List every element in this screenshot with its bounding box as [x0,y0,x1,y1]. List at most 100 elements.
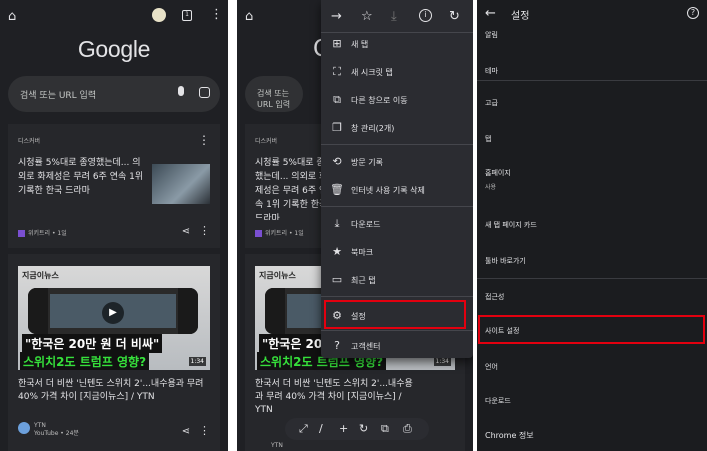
settings-header: ← 설정 ? [477,0,707,26]
menu-item-label: 다른 창으로 이동 [351,96,408,105]
google-logo: Google [77,36,151,62]
share-icon[interactable]: ⋖ [182,226,190,237]
expand-icon[interactable]: ⤢ [299,422,308,436]
highlight-settings-box [324,300,466,329]
settings-title: 설정 [511,11,530,22]
mic-icon[interactable] [178,86,184,96]
trash-icon: 🗑 [330,183,344,196]
search-box-bg: 검색 또는 URL 입력 [245,76,303,112]
bg-news-tag: 지금이뉴스 [259,271,296,280]
news-video-thumbnail[interactable]: 지금이뉴스 ▶ "한국은 20만 원 더 비싸" 스위치2도 트럼프 영향? 1… [18,266,210,370]
menu-divider [321,206,473,207]
source-logo [18,230,25,237]
settings-item-accessibility[interactable]: 접근성 [485,292,504,302]
rotate-icon[interactable]: ↻ [359,422,368,435]
news-channel: YTN YouTube • 24분 [34,422,79,437]
window-manage-icon: ❐ [332,121,342,134]
more-menu-icon[interactable]: ⋮ [210,8,223,21]
menu-item-label: 인터넷 사용 기록 삭제 [351,186,425,195]
discover-more-icon[interactable]: ⋮ [198,133,210,147]
menu-item-label: 창 관리(2개) [351,124,395,133]
news-share-icon[interactable]: ⋖ [182,426,190,437]
play-icon[interactable]: ▶ [102,302,124,324]
copy-icon[interactable]: ⧉ [381,422,389,436]
discover-card[interactable]: 디스커버 ⋮ 시청률 5%대로 종영했는데... 의외로 화제성은 무려 6주 … [8,124,220,248]
source-logo [255,230,262,237]
settings-item-ntp-cards[interactable]: 새 탭 페이지 카드 [485,220,537,230]
menu-item-label: 다운로드 [351,220,381,229]
settings-item-about-chrome[interactable]: Chrome 정보 [485,430,534,441]
feed-article-title[interactable]: 시청률 5%대로 종영했는데... 의외로 화제성은 무려 6주 연속 1위 기… [18,156,146,198]
search-box[interactable]: 검색 또는 URL 입력 [8,76,220,112]
settings-item-advanced[interactable]: 고급 [485,98,498,108]
news-card[interactable]: 지금이뉴스 ▶ "한국은 20만 원 더 비싸" 스위치2도 트럼프 영향? 1… [8,254,220,451]
bookmark-star-icon[interactable]: ☆ [361,10,373,23]
settings-item-notifications[interactable]: 알림 [485,30,498,40]
article-more-icon[interactable]: ⋮ [199,224,210,237]
download-page-icon[interactable]: ⤓ [391,10,397,23]
pen-icon[interactable]: ∕ [319,422,323,435]
joycon-left [265,288,285,334]
settings-item-tabs[interactable]: 탭 [485,134,491,144]
settings-item-downloads[interactable]: 다운로드 [485,396,511,406]
home-icon[interactable]: ⌂ [245,10,253,23]
news-image-tag: 지금이뉴스 [22,271,59,280]
top-toolbar: ⌂ 1 ⋮ [0,0,228,32]
recent-tabs-icon: ▭ [331,273,343,286]
news-more-icon[interactable]: ⋮ [199,424,210,437]
menu-item-label: 최근 탭 [351,276,376,285]
menu-divider [321,144,473,145]
settings-item-toolbar-shortcut[interactable]: 툴바 바로가기 [485,256,526,266]
menu-item-new-incognito-tab[interactable]: ⛶ 새 시크릿 탭 [321,60,473,84]
back-arrow-icon[interactable]: ← [485,7,496,20]
feed-article-thumbnail[interactable] [152,164,210,204]
incognito-icon: ⛶ [333,65,341,78]
lens-icon[interactable] [199,87,210,98]
help-icon: ? [334,339,340,352]
menu-item-label: 방문 기록 [351,158,383,167]
discover-label: 디스커버 [18,138,41,145]
settings-divider [477,80,707,81]
joycon-left [28,288,48,334]
menu-divider [321,330,473,331]
menu-item-clear-browsing-data[interactable]: 🗑 인터넷 사용 기록 삭제 [321,178,473,202]
menu-item-new-tab[interactable]: ⊞ 새 탭 [321,32,473,56]
chrome-menu-panel: ⌂ G 검색 또는 URL 입력 디스커버 시청률 5%대로 종영했는데... … [237,0,473,451]
settings-item-theme[interactable]: 테마 [485,66,498,76]
menu-item-label: 새 탭 [351,40,369,49]
profile-avatar[interactable] [152,8,166,22]
menu-divider [321,296,473,297]
menu-item-manage-windows[interactable]: ❐ 창 관리(2개) [321,116,473,140]
info-icon[interactable]: i [419,9,432,22]
chrome-new-tab-panel: ⌂ 1 ⋮ Google 검색 또는 URL 입력 디스커버 ⋮ 시청률 5%대… [0,0,228,451]
bg-search-placeholder: 검색 또는 URL 입력 [257,89,291,109]
settings-item-language[interactable]: 언어 [485,362,498,372]
menu-item-downloads[interactable]: ⤓ 다운로드 [321,212,473,236]
bg-news-title: 한국서 더 비싼 '닌텐도 스위치 2'...내수용과 무려 40% 가격 차이… [255,379,413,415]
help-icon[interactable]: ? [687,7,699,19]
search-placeholder: 검색 또는 URL 입력 [20,91,97,101]
menu-top-actions: → ☆ ⤓ i ↻ [321,0,473,32]
print-icon[interactable]: ⎙ [403,422,412,436]
add-icon[interactable]: + [339,422,348,435]
bg-channel: YTN [271,442,283,449]
move-window-icon: ⧉ [333,93,341,106]
settings-divider [477,278,707,279]
joycon-right [178,288,198,334]
highlight-site-settings-box [478,315,705,344]
news-title[interactable]: 한국서 더 비싼 '닌텐도 스위치 2'...내수용과 무려 40% 가격 차이… [18,378,208,404]
menu-item-recent-tabs[interactable]: ▭ 최근 탭 [321,268,473,292]
video-headline-2: 스위치2도 트럼프 영향? [20,352,150,370]
menu-item-history[interactable]: ⟲ 방문 기록 [321,150,473,174]
home-icon[interactable]: ⌂ [8,10,16,23]
forward-icon[interactable]: → [331,10,342,23]
history-icon: ⟲ [332,155,342,168]
settings-item-homepage[interactable]: 홈페이지 [485,168,511,178]
ytn-avatar [18,422,30,434]
tab-switcher-button[interactable]: 1 [182,10,192,21]
menu-item-label: 새 시크릿 탭 [351,68,393,77]
refresh-icon[interactable]: ↻ [449,10,460,23]
menu-item-move-window[interactable]: ⧉ 다른 창으로 이동 [321,88,473,112]
menu-item-help[interactable]: ? 고객센터 [321,334,473,358]
menu-item-bookmarks[interactable]: ★ 북마크 [321,240,473,264]
